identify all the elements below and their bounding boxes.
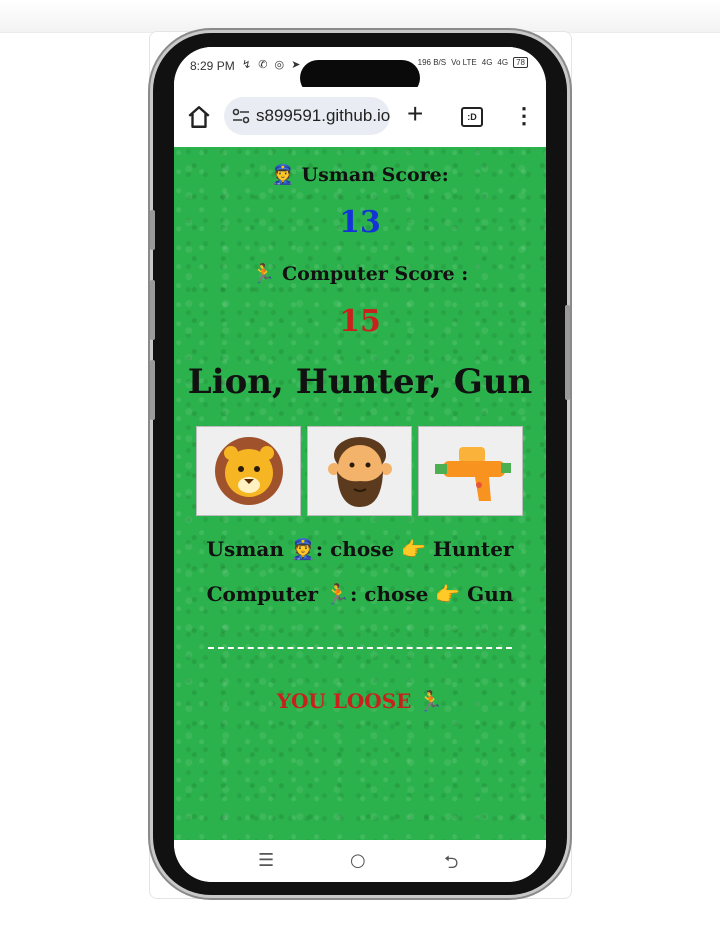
status-right-icons: 196 B/S Vo LTE 4G 4G 78 <box>418 57 528 68</box>
page-top-bar <box>0 0 720 33</box>
home-nav-icon[interactable]: ○ <box>350 850 366 871</box>
home-icon[interactable] <box>186 104 212 130</box>
signal-icon: 4G <box>481 58 493 67</box>
volume-down-button <box>150 280 155 340</box>
volte-indicator: Vo LTE <box>451 58 477 67</box>
game-title: Lion, Hunter, Gun <box>187 362 533 402</box>
player-choice-text: Usman 👮: chose 👉 Hunter <box>206 537 514 561</box>
back-icon[interactable]: ⮌ <box>444 850 458 880</box>
network-speed: 196 B/S <box>417 58 447 67</box>
water-gun-icon <box>435 447 511 501</box>
power-button <box>565 305 570 400</box>
game-area: 👮 Usman Score: 13 🏃 Computer Score : 15 … <box>174 147 546 840</box>
volume-up-button <box>150 210 155 250</box>
signal-icon: 4G <box>497 58 509 67</box>
hunter-button[interactable] <box>307 426 412 516</box>
lion-button[interactable] <box>196 426 301 516</box>
result-verdict: YOU LOOSE 🏃 <box>276 689 444 713</box>
notification-icons: ↯ ✆ ◎ ➤ <box>242 59 303 71</box>
battery-icon: 78 <box>513 57 528 68</box>
gun-button[interactable] <box>418 426 523 516</box>
system-nav-bar: ☰ ○ ⮌ <box>174 840 546 882</box>
mute-switch <box>150 360 155 420</box>
choice-buttons <box>196 426 523 516</box>
site-settings-icon[interactable] <box>232 108 250 124</box>
overflow-menu-icon[interactable]: ⋮ <box>513 105 535 127</box>
url-text: s899591.github.io <box>256 106 391 125</box>
bearded-man-icon <box>328 437 392 507</box>
player-score-value: 13 <box>339 205 381 240</box>
status-time: 8:29 PM <box>190 59 235 73</box>
divider-line <box>208 647 512 649</box>
computer-score-label: 🏃 Computer Score : <box>251 263 469 285</box>
computer-choice-text: Computer 🏃: chose 👉 Gun <box>206 582 514 606</box>
tab-switcher-icon[interactable]: :D <box>461 107 483 127</box>
browser-toolbar: s899591.github.io + :D ⋮ <box>174 87 546 147</box>
address-bar[interactable]: s899591.github.io <box>224 97 390 135</box>
recents-icon[interactable]: ☰ <box>258 850 274 871</box>
computer-score-value: 15 <box>339 304 381 339</box>
new-tab-icon[interactable]: + <box>407 100 423 128</box>
player-score-label: 👮 Usman Score: <box>271 164 449 186</box>
lion-icon <box>215 437 283 505</box>
phone-screen: 8:29 PM ↯ ✆ ◎ ➤ 196 B/S Vo LTE 4G 4G 78 … <box>174 47 546 882</box>
